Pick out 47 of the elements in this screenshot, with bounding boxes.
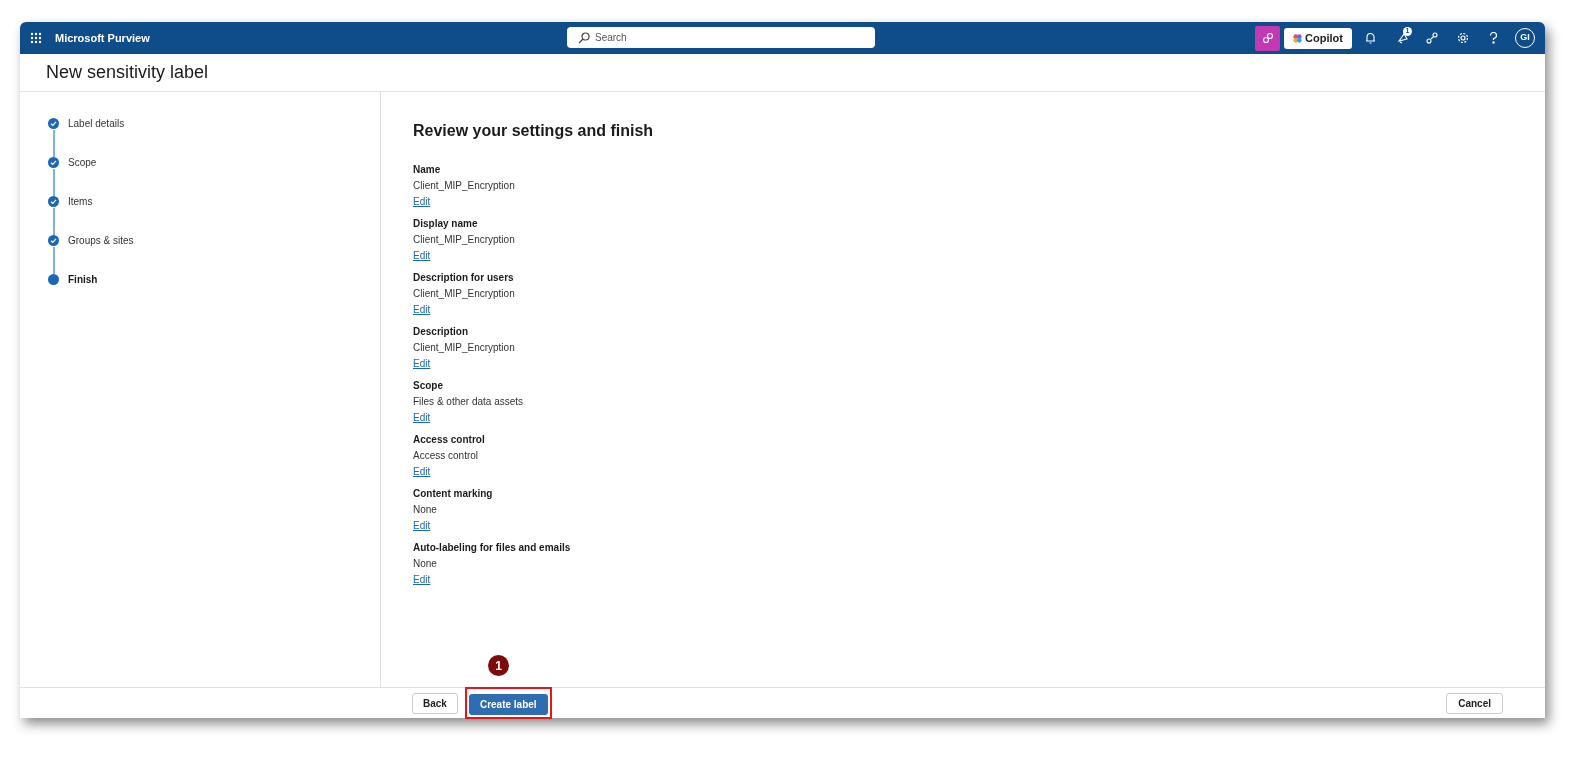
field-heading: Auto-labeling for files and emails <box>413 541 571 555</box>
field-value: Client_MIP_Encryption <box>413 179 515 193</box>
step-label[interactable]: Label details <box>68 118 125 129</box>
field-heading: Scope <box>413 379 443 393</box>
field-value: Client_MIP_Encryption <box>413 341 515 355</box>
field-heading: Display name <box>413 217 478 231</box>
app-launcher-icon[interactable] <box>30 32 42 44</box>
step-label[interactable]: Scope <box>68 157 97 168</box>
search-field[interactable]: Search <box>567 27 875 48</box>
help-icon[interactable] <box>1489 32 1498 44</box>
connector-icon[interactable] <box>1426 32 1438 44</box>
step-label[interactable]: Items <box>68 196 93 207</box>
field-heading: Description for users <box>413 271 514 285</box>
edit-link[interactable]: Edit <box>413 248 431 264</box>
page-title: New sensitivity label <box>46 61 209 84</box>
edit-link[interactable]: Edit <box>413 410 431 426</box>
field-value: Files & other data assets <box>413 395 524 409</box>
edit-link[interactable]: Edit <box>413 572 431 588</box>
link-icon <box>1261 32 1274 44</box>
field-value: Access control <box>413 449 479 463</box>
edit-link[interactable]: Edit <box>413 518 431 534</box>
step-label[interactable]: Finish <box>68 274 98 285</box>
search-icon <box>578 32 590 44</box>
edit-link[interactable]: Edit <box>413 302 431 318</box>
step-label[interactable]: Groups & sites <box>68 235 134 246</box>
edit-link[interactable]: Edit <box>413 464 431 480</box>
copilot-app-button[interactable] <box>1255 25 1281 51</box>
edit-link[interactable]: Edit <box>413 356 431 372</box>
bell-icon[interactable] <box>1365 32 1376 44</box>
copilot-button[interactable]: Copilot <box>1284 27 1352 49</box>
field-value: None <box>413 503 437 517</box>
app-title[interactable]: Microsoft Purview <box>55 29 150 47</box>
back-button[interactable]: Back <box>412 692 458 714</box>
step-number-badge: 1 <box>488 655 509 676</box>
field-heading: Access control <box>413 433 485 447</box>
field-heading: Content marking <box>413 487 493 501</box>
field-heading: Description <box>413 325 468 339</box>
field-value: None <box>413 557 437 571</box>
field-value: Client_MIP_Encryption <box>413 233 515 247</box>
section-title: Review your settings and finish <box>413 121 655 141</box>
field-value: Client_MIP_Encryption <box>413 287 515 301</box>
create-label-button[interactable]: Create label <box>468 694 548 715</box>
cancel-button[interactable]: Cancel <box>1446 692 1503 714</box>
copilot-logo-icon <box>1293 33 1303 43</box>
settings-icon[interactable] <box>1457 32 1469 44</box>
edit-link[interactable]: Edit <box>413 194 431 210</box>
field-heading: Name <box>413 163 441 177</box>
